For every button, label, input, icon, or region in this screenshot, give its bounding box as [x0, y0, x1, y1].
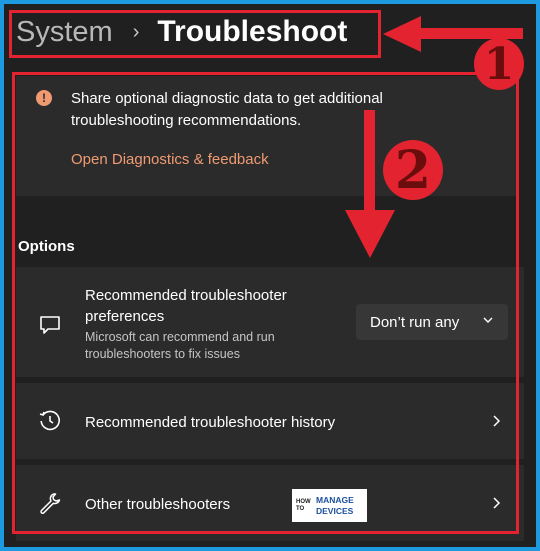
- annotation-marker-2: 2: [383, 140, 443, 201]
- annotation-marker-1: 1: [474, 38, 524, 90]
- annotation-box-header: [9, 10, 381, 58]
- annotation-box-content: [12, 72, 519, 534]
